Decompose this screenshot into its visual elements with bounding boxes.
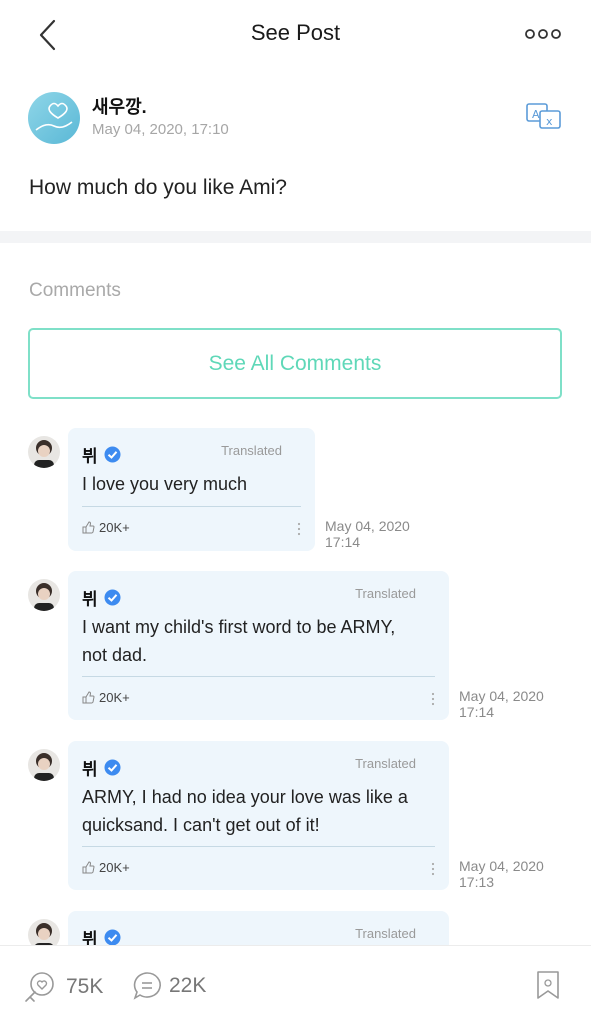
translated-label[interactable]: Translated [221,443,282,458]
verified-badge-icon [104,929,121,946]
verified-badge-icon [104,446,121,463]
comment-bubble[interactable]: 뷔 Translated I love you very much 20K+ [68,428,315,551]
commenter-avatar[interactable] [28,749,60,781]
bottom-action-bar: 75K 22K [0,945,591,1024]
comment-item: 뷔 Translated I want my child's first wor… [28,571,568,721]
commenter-name: 뷔 [82,447,98,466]
commenter-avatar[interactable] [28,436,60,468]
comment-timestamp: May 04, 2020 17:14 [459,688,544,720]
section-divider [0,231,591,243]
commenter-name: 뷔 [82,760,98,779]
comment-divider [82,846,435,847]
comment-timestamp: May 04, 2020 17:13 [459,858,544,890]
thumbs-up-icon [82,691,95,704]
like-count: 20K+ [99,690,130,705]
comment-text: ARMY, I had no idea your love was like a… [82,787,408,835]
comment-text: I want my child's first word to be ARMY,… [82,617,396,665]
comment-bubble[interactable]: 뷔 Translated ARMY, I had no idea your lo… [68,741,449,890]
svg-text:A: A [532,108,540,121]
translated-label[interactable]: Translated [355,586,416,601]
verified-badge-icon [104,589,121,606]
top-bar: See Post [0,0,591,70]
commenter-avatar[interactable] [28,579,60,611]
post-body: How much do you like Ami? [29,176,287,199]
translated-label[interactable]: Translated [355,926,416,941]
comment-bubble[interactable]: 뷔 Translated I want my child's first wor… [68,571,449,720]
thumbs-up-icon [82,521,95,534]
post-header: 새우깡. May 04, 2020, 17:10 A x [28,90,564,146]
like-control[interactable]: 20K+ [82,690,130,705]
comment-item: 뷔 Translated ARMY, I had no idea your lo… [28,741,568,891]
comment-menu-icon[interactable] [431,692,435,706]
like-post-button[interactable]: 75K [22,970,103,1004]
comment-divider [82,676,435,677]
like-count: 20K+ [99,860,130,875]
post-timestamp: May 04, 2020, 17:10 [92,121,229,138]
like-control[interactable]: 20K+ [82,860,130,875]
page-title: See Post [250,20,341,45]
comment-menu-icon[interactable] [297,522,301,536]
post-like-count: 75K [66,975,104,998]
comment-item: 뷔 Translated I love you very much 20K+ M… [28,428,448,552]
bookmark-icon[interactable] [535,970,561,1000]
like-control[interactable]: 20K+ [82,520,130,535]
heart-doodle-icon [35,102,73,131]
comments-heading: Comments [29,280,121,301]
translate-icon[interactable]: A x [526,102,562,130]
commenter-name: 뷔 [82,590,98,609]
like-icon [25,972,54,1002]
svg-text:x: x [546,115,553,128]
comment-timestamp: May 04, 2020 17:14 [325,518,410,550]
verified-badge-icon [104,759,121,776]
thumbs-up-icon [82,861,95,874]
translated-label[interactable]: Translated [355,756,416,771]
see-all-comments-button[interactable]: See All Comments [28,328,562,399]
author-name[interactable]: 새우깡. [92,93,147,119]
like-count: 20K+ [99,520,130,535]
comment-text: I love you very much [82,474,248,494]
comment-icon [133,972,161,1000]
more-options-icon[interactable] [525,27,561,41]
comment-post-button[interactable]: 22K [131,970,206,1002]
author-avatar[interactable] [28,92,80,144]
comment-menu-icon[interactable] [431,862,435,876]
post-comment-count: 22K [169,974,207,997]
comment-divider [82,506,301,507]
